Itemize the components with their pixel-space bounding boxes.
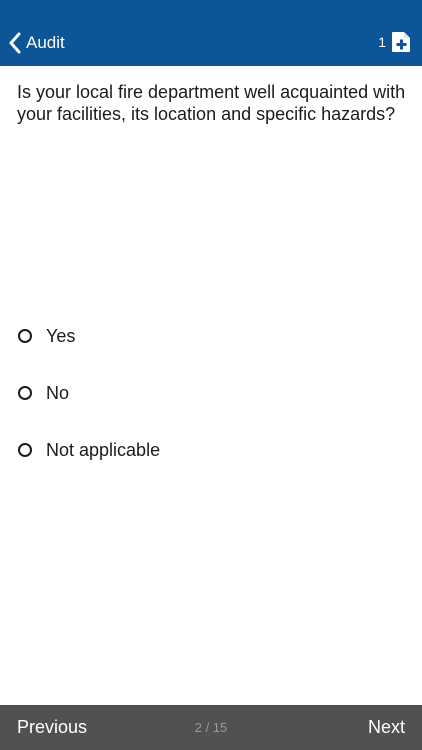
back-button[interactable]: Audit: [8, 28, 65, 58]
chevron-left-icon: [8, 32, 22, 54]
option-label: No: [46, 382, 70, 403]
option-not-applicable[interactable]: Not applicable: [18, 436, 398, 464]
count-badge: 1: [378, 34, 386, 50]
radio-button[interactable]: [18, 443, 32, 457]
radio-button[interactable]: [18, 386, 32, 400]
audit-question-screen: Audit 1 Is your local fire department we…: [0, 0, 422, 750]
option-label: Yes: [46, 325, 76, 346]
bottom-nav-bar: Previous 2 / 15 Next: [0, 705, 422, 750]
next-button[interactable]: Next: [368, 717, 405, 738]
radio-button[interactable]: [18, 329, 32, 343]
answer-options: Yes No Not applicable: [18, 322, 398, 493]
back-label: Audit: [26, 33, 65, 52]
page-indicator: 2 / 15: [194, 720, 228, 735]
header-actions: 1: [378, 31, 411, 53]
add-document-button[interactable]: [391, 31, 411, 53]
top-bar: Audit 1: [0, 0, 422, 66]
option-label: Not applicable: [46, 439, 161, 460]
option-no[interactable]: No: [18, 379, 398, 407]
question-text: Is your local fire department well acqua…: [17, 82, 406, 124]
add-document-icon: [392, 32, 410, 52]
option-yes[interactable]: Yes: [18, 322, 398, 350]
